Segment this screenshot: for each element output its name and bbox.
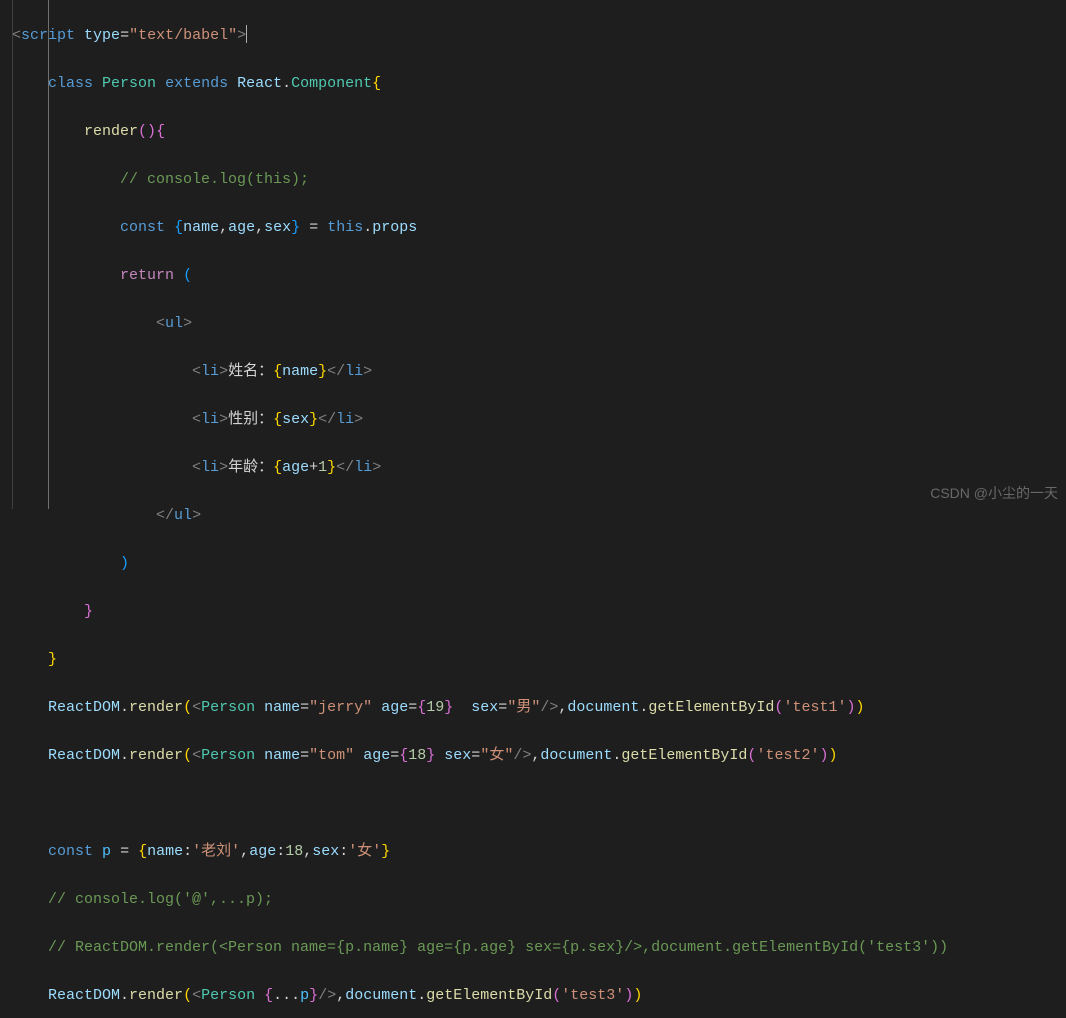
code-line[interactable]: <script type="text/babel"> <box>12 24 948 48</box>
code-line[interactable]: <ul> <box>12 312 948 336</box>
code-line[interactable]: class Person extends React.Component{ <box>12 72 948 96</box>
code-line[interactable]: ReactDOM.render(<Person name="jerry" age… <box>12 696 948 720</box>
code-content[interactable]: <script type="text/babel"> class Person … <box>0 0 948 509</box>
code-line[interactable]: render(){ <box>12 120 948 144</box>
cursor <box>246 25 247 43</box>
code-line[interactable]: return ( <box>12 264 948 288</box>
code-line[interactable]: // ReactDOM.render(<Person name={p.name}… <box>12 936 948 960</box>
code-line[interactable]: const {name,age,sex} = this.props <box>12 216 948 240</box>
code-line[interactable]: ) <box>12 552 948 576</box>
code-line[interactable]: ReactDOM.render(<Person {...p}/>,documen… <box>12 984 948 1008</box>
code-line[interactable]: } <box>12 600 948 624</box>
code-line[interactable]: ReactDOM.render(<Person name="tom" age={… <box>12 744 948 768</box>
code-editor[interactable]: <script type="text/babel"> class Person … <box>0 0 1066 509</box>
code-line[interactable]: } <box>12 648 948 672</box>
code-line[interactable]: <li>姓名：{name}</li> <box>12 360 948 384</box>
code-line[interactable]: // console.log('@',...p); <box>12 888 948 912</box>
code-line[interactable]: <li>性别：{sex}</li> <box>12 408 948 432</box>
code-line[interactable] <box>12 792 948 816</box>
code-line[interactable]: const p = {name:'老刘',age:18,sex:'女'} <box>12 840 948 864</box>
code-line[interactable]: // console.log(this); <box>12 168 948 192</box>
code-line[interactable]: <li>年龄：{age+1}</li> <box>12 456 948 480</box>
code-line[interactable]: </ul> <box>12 504 948 528</box>
watermark: CSDN @小尘的一天 <box>930 481 1058 505</box>
